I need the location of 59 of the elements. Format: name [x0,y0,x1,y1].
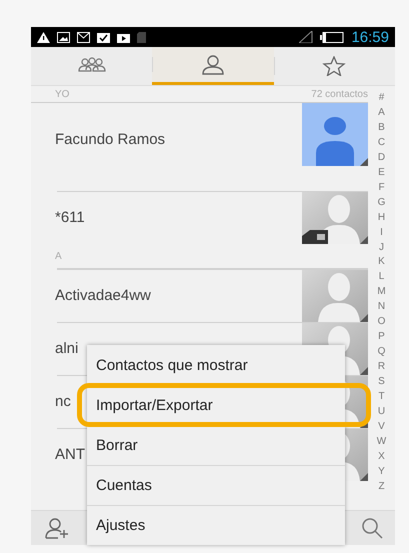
contact-row[interactable]: Facundo Ramos [57,103,368,191]
index-letter[interactable]: T [378,391,385,402]
menu-item[interactable]: Contactos que mostrar [87,345,345,385]
signal-icon [299,31,314,43]
clipboard-check-icon [97,32,110,42]
index-letter[interactable]: # [378,92,384,103]
contact-row[interactable]: *611 [57,191,368,244]
menu-item[interactable]: Borrar [87,425,345,465]
section-header: A [55,250,62,262]
contact-photo [302,103,368,166]
index-letter[interactable]: V [378,420,385,432]
index-letter[interactable]: S [378,376,385,388]
contact-name: nc [55,392,71,412]
index-letter[interactable]: D [378,152,386,163]
menu-item[interactable]: Cuentas [87,465,345,505]
sim-card-icon [302,230,328,244]
index-letter[interactable]: W [376,436,386,447]
section-header: YO [55,88,70,100]
index-letter[interactable]: M [377,286,386,298]
contact-name: Facundo Ramos [55,130,166,150]
index-letter[interactable]: F [378,182,385,193]
contact-name: Activadae4ww [55,286,151,306]
mail-icon [77,32,90,42]
star-icon [320,56,348,76]
menu-item[interactable]: Ajustes [87,505,345,545]
index-letter[interactable]: R [378,361,386,372]
contact-name: *611 [55,208,85,228]
index-letter[interactable]: U [378,406,386,418]
index-letter[interactable]: K [378,256,385,268]
index-letter[interactable]: P [378,331,385,342]
add-contact-icon[interactable] [45,517,69,539]
contact-count: 72 contactos [311,88,368,100]
index-letter[interactable]: B [378,122,385,133]
index-letter[interactable]: Q [378,346,386,358]
index-letter[interactable]: J [379,242,384,253]
contact-name: alni [55,339,78,359]
contact-name: ANT [55,445,85,465]
index-letter[interactable]: G [378,196,386,208]
menu-item[interactable]: Importar/Exportar [87,385,345,425]
warning-icon [37,32,50,42]
sd-card-icon [137,32,146,42]
index-letter[interactable]: A [378,106,385,118]
index-letter[interactable]: Y [378,466,385,477]
index-letter[interactable]: H [378,212,386,223]
contact-photo [302,270,368,322]
index-letter[interactable]: Z [378,480,385,492]
index-letter[interactable]: C [378,136,386,148]
index-letter[interactable]: L [378,271,384,282]
battery-icon [320,32,344,42]
tab[interactable] [152,47,274,85]
search-icon[interactable] [361,517,383,539]
index-letter[interactable]: O [378,316,386,328]
index-letter[interactable]: E [378,166,385,178]
index-letter[interactable]: X [378,450,385,462]
index-letter[interactable]: N [378,301,386,312]
contact-row[interactable]: Activadae4ww [57,268,368,322]
image-icon [57,32,70,42]
clock: 16:59 [351,28,389,46]
index-letter[interactable]: I [380,226,383,238]
